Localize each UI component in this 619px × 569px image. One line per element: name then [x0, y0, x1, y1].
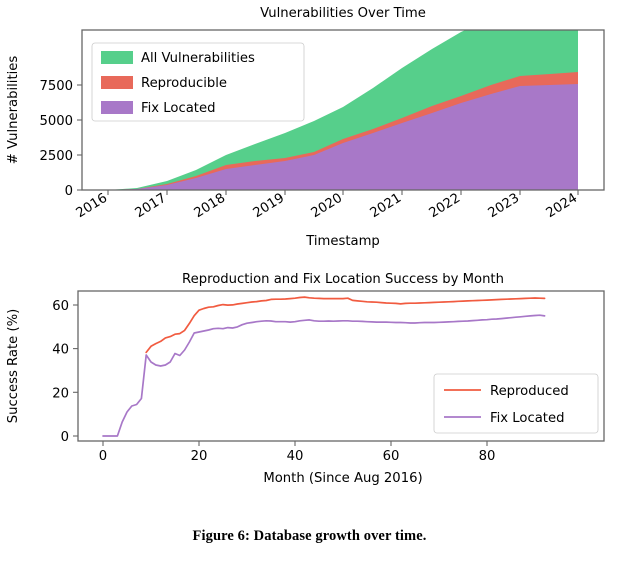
- top-xtick-2018: 2018: [192, 191, 228, 222]
- bottom-legend-label-fix-located: Fix Located: [490, 411, 564, 426]
- bottom-chart-yaxis: 0 20 40 60 Success Rate (%): [6, 299, 78, 445]
- top-ytick-2500: 2500: [39, 149, 73, 164]
- top-legend-swatch-fix-located: [101, 101, 133, 114]
- top-ytick-5000: 5000: [39, 114, 73, 129]
- bottom-chart-xlabel: Month (Since Aug 2016): [263, 471, 422, 486]
- top-ytick-7500: 7500: [39, 79, 73, 94]
- bottom-ytick-20: 20: [52, 386, 69, 401]
- line-reproduced: [145, 296, 546, 354]
- bottom-xtick-40: 40: [287, 449, 304, 464]
- bottom-chart-title: Reproduction and Fix Location Success by…: [182, 272, 504, 287]
- bottom-xtick-60: 60: [383, 449, 400, 464]
- top-legend-swatch-all-vulnerabilities: [101, 51, 133, 64]
- bottom-xtick-0: 0: [99, 449, 107, 464]
- top-xtick-2017: 2017: [133, 191, 169, 222]
- top-legend-swatch-reproducible: [101, 76, 133, 89]
- top-legend-label-reproducible: Reproducible: [141, 76, 227, 91]
- bottom-ytick-60: 60: [52, 299, 69, 314]
- top-xtick-2022: 2022: [427, 191, 463, 222]
- bottom-chart-legend[interactable]: Reproduced Fix Located: [433, 373, 599, 434]
- top-chart-xlabel: Timestamp: [305, 234, 380, 249]
- top-xtick-2023: 2023: [486, 191, 522, 222]
- top-chart: Vulnerabilities Over Time 0 2500 5000 75…: [6, 6, 605, 249]
- bottom-legend-label-reproduced: Reproduced: [490, 384, 569, 399]
- bottom-chart-ylabel: Success Rate (%): [6, 309, 21, 424]
- top-legend-label-all-vulnerabilities: All Vulnerabilities: [141, 51, 255, 66]
- top-xtick-2020: 2020: [309, 191, 345, 222]
- top-chart-legend[interactable]: All Vulnerabilities Reproducible Fix Loc…: [91, 42, 305, 122]
- top-chart-yaxis: 0 2500 5000 7500 # Vulnerabilities: [6, 56, 82, 199]
- top-xtick-2019: 2019: [251, 191, 287, 222]
- bottom-xtick-80: 80: [479, 449, 496, 464]
- bottom-chart: Reproduction and Fix Location Success by…: [6, 272, 605, 486]
- top-ytick-0: 0: [65, 184, 73, 199]
- top-chart-title: Vulnerabilities Over Time: [260, 6, 426, 21]
- bottom-xtick-20: 20: [191, 449, 208, 464]
- top-chart-xaxis: 2016 2017 2018 2019 2020 2021 2022 2023 …: [74, 190, 580, 249]
- top-legend-label-fix-located: Fix Located: [141, 101, 215, 116]
- top-xtick-2021: 2021: [368, 191, 404, 222]
- figure-caption: Figure 6: Database growth over time.: [192, 528, 427, 544]
- bottom-ytick-40: 40: [52, 343, 69, 358]
- top-xtick-2016: 2016: [74, 191, 110, 222]
- top-xtick-2024: 2024: [544, 191, 580, 222]
- figure-panel: Vulnerabilities Over Time 0 2500 5000 75…: [0, 0, 619, 569]
- bottom-ytick-0: 0: [61, 430, 69, 445]
- top-chart-ylabel: # Vulnerabilities: [6, 56, 21, 165]
- bottom-chart-xaxis: 0 20 40 60 80 Month (Since Aug 2016): [99, 441, 496, 486]
- figure-svg: Vulnerabilities Over Time 0 2500 5000 75…: [6, 6, 605, 486]
